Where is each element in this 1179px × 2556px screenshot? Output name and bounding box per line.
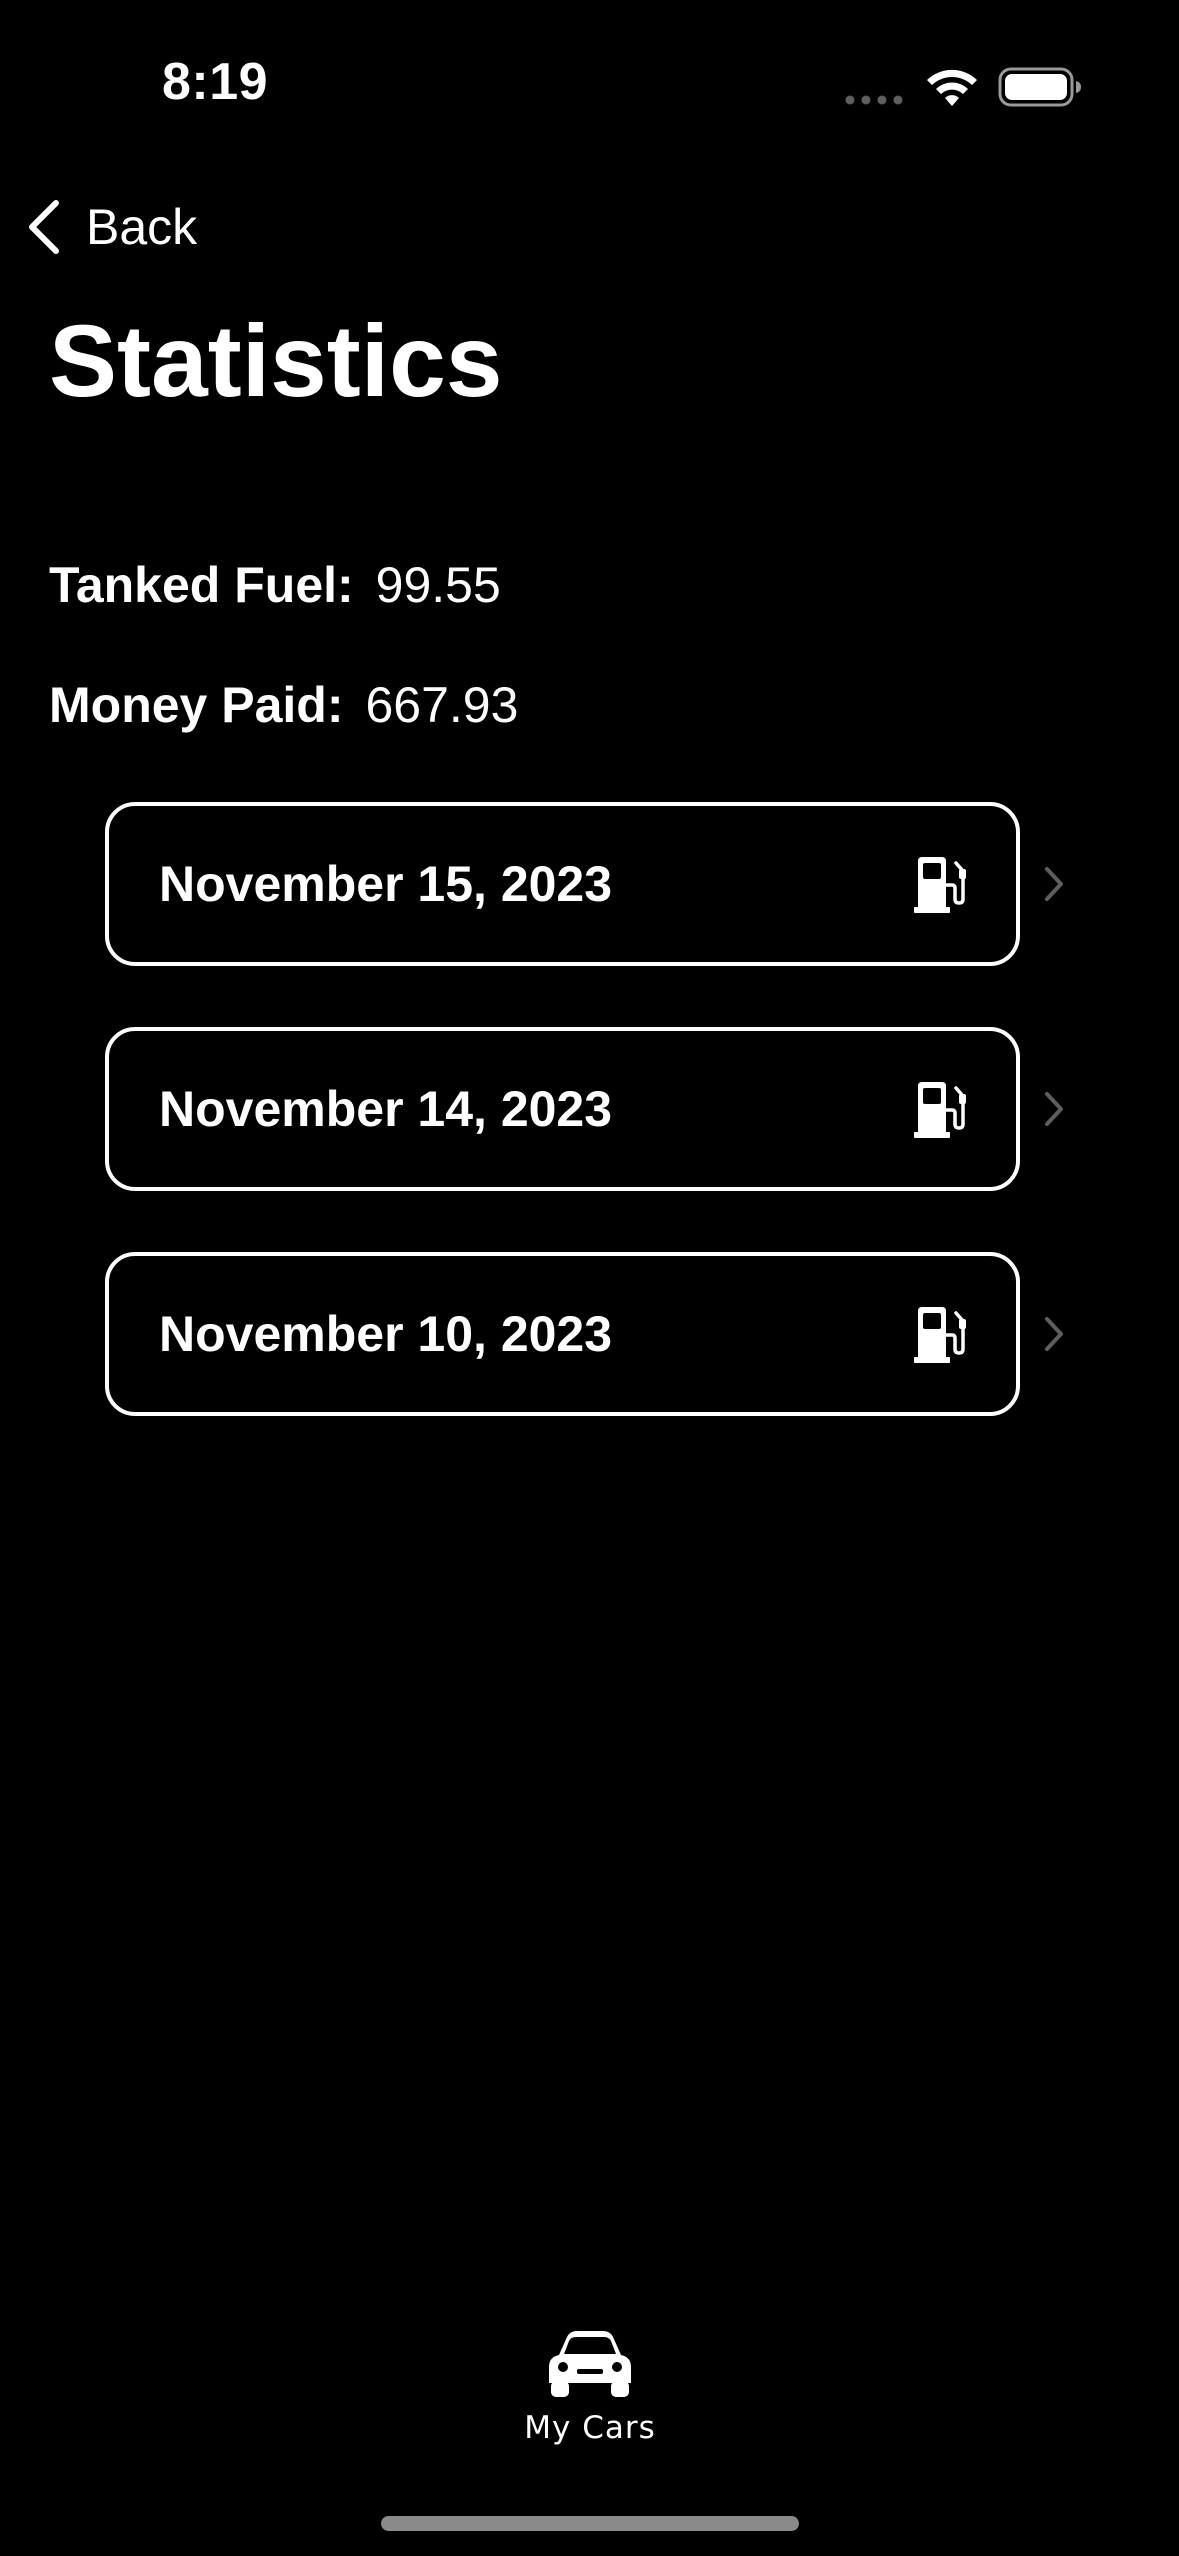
refuel-entry[interactable]: November 15, 2023 — [105, 802, 1075, 966]
chevron-right-icon — [1045, 1317, 1063, 1351]
refuel-entry-card: November 10, 2023 — [105, 1252, 1020, 1416]
fuel-pump-icon — [914, 1082, 966, 1138]
chevron-right-icon — [1045, 867, 1063, 901]
refuel-entry[interactable]: November 14, 2023 — [105, 1027, 1075, 1191]
signal-dots-icon — [845, 95, 903, 105]
page-title: Statistics — [49, 304, 503, 418]
wifi-icon — [927, 69, 977, 106]
refuel-entry-card: November 14, 2023 — [105, 1027, 1020, 1191]
tab-my-cars-label: My Cars — [524, 2410, 656, 2446]
tanked-fuel-label: Tanked Fuel: — [49, 557, 354, 613]
refuel-entry-date: November 10, 2023 — [159, 1306, 613, 1362]
refuel-entry-date: November 15, 2023 — [159, 856, 613, 912]
chevron-right-icon — [1045, 1092, 1063, 1126]
money-paid-stat: Money Paid: 667.93 — [49, 676, 518, 734]
home-indicator — [381, 2516, 799, 2531]
tab-my-cars[interactable]: My Cars — [500, 2322, 680, 2462]
money-paid-label: Money Paid: — [49, 677, 344, 733]
fuel-pump-icon — [914, 1307, 966, 1363]
fuel-pump-icon — [914, 857, 966, 913]
back-label: Back — [86, 199, 198, 255]
tanked-fuel-value: 99.55 — [375, 557, 501, 613]
back-button[interactable]: Back — [24, 190, 197, 264]
refuel-entry[interactable]: November 10, 2023 — [105, 1252, 1075, 1416]
refuel-entry-card: November 15, 2023 — [105, 802, 1020, 966]
battery-icon — [998, 67, 1081, 107]
refuel-entry-date: November 14, 2023 — [159, 1081, 613, 1137]
status-time: 8:19 — [162, 53, 269, 111]
tanked-fuel-stat: Tanked Fuel: 99.55 — [49, 556, 501, 614]
chevron-left-icon — [29, 200, 59, 254]
car-icon — [549, 2331, 631, 2397]
money-paid-value: 667.93 — [365, 677, 519, 733]
